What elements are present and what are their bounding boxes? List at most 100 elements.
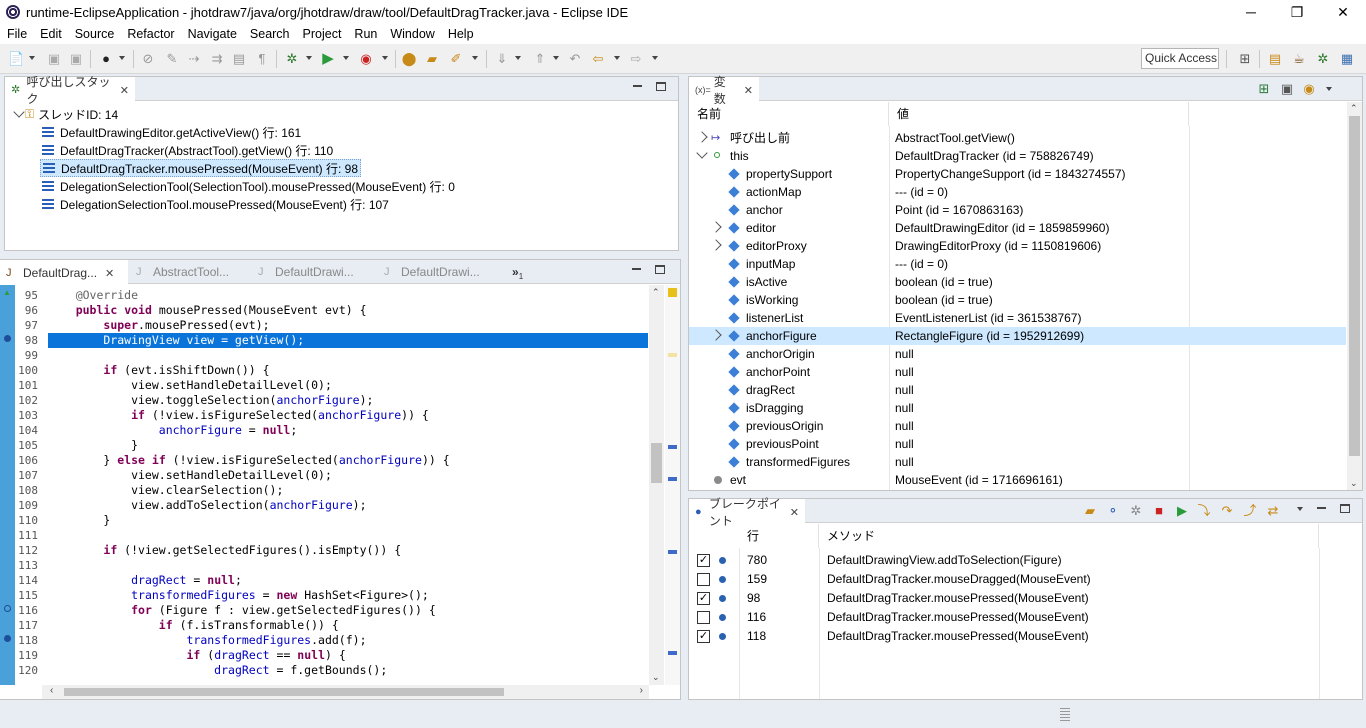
- tab-variables[interactable]: (x)= 変数 ✕: [689, 75, 759, 106]
- breakpoint-enabled-checkbox[interactable]: ✓: [697, 592, 710, 605]
- scrollbar-thumb[interactable]: [1349, 116, 1360, 456]
- scroll-up-icon[interactable]: ⌃: [1350, 103, 1358, 114]
- open-type-icon[interactable]: ⬤: [401, 51, 417, 67]
- debug-perspective-icon[interactable]: ✲: [1315, 51, 1331, 67]
- variable-row[interactable]: inputMap --- (id = 0): [689, 255, 1346, 273]
- search-dropdown-arrow[interactable]: [472, 56, 478, 60]
- save-all-icon[interactable]: ▣: [68, 51, 84, 67]
- variable-row[interactable]: this DefaultDragTracker (id = 758826749): [689, 147, 1346, 165]
- stack-frame[interactable]: DefaultDrawingEditor.getActiveView() 行: …: [42, 123, 301, 141]
- step-return-icon[interactable]: ⤴: [1242, 503, 1258, 519]
- terminate-icon[interactable]: ■: [1151, 503, 1167, 519]
- suspend-icon[interactable]: ⇢: [186, 51, 202, 67]
- team-icon[interactable]: ●: [98, 51, 114, 67]
- variable-row[interactable]: listenerList EventListenerList (id = 361…: [689, 309, 1346, 327]
- team-dropdown-arrow[interactable]: [119, 56, 125, 60]
- close-icon[interactable]: ✕: [744, 84, 753, 97]
- breakpoint-row[interactable]: 159 DefaultDragTracker.mouseDragged(Mous…: [689, 570, 1362, 589]
- tab-editor-defaultdrawingeditor[interactable]: J DefaultDrawi...: [252, 260, 374, 284]
- chevron-down-icon[interactable]: [696, 147, 708, 159]
- paragraph-icon[interactable]: ¶: [254, 51, 270, 67]
- open-folder-icon[interactable]: ▰: [424, 51, 440, 67]
- save-icon[interactable]: ▣: [46, 51, 62, 67]
- breakpoint-row[interactable]: ✓ 118 DefaultDragTracker.mousePressed(Mo…: [689, 627, 1362, 646]
- chevron-down-icon[interactable]: [13, 106, 25, 118]
- back-icon[interactable]: ⇦: [590, 51, 606, 67]
- collapse-all-icon[interactable]: ▣: [1279, 81, 1295, 97]
- menu-source[interactable]: Source: [68, 27, 121, 41]
- overview-marker[interactable]: [668, 353, 677, 357]
- variable-row[interactable]: dragRect null: [689, 381, 1346, 399]
- next-annotation-icon[interactable]: ⇓: [494, 51, 510, 67]
- thread-node[interactable]: ⚿ スレッドID: 14: [5, 105, 118, 123]
- column-header-method[interactable]: メソッド: [819, 524, 1319, 548]
- java-perspective-icon[interactable]: ☕: [1291, 51, 1307, 67]
- breakpoint-enabled-checkbox[interactable]: ✓: [697, 554, 710, 567]
- scroll-down-icon[interactable]: ⌄: [1350, 478, 1358, 489]
- breakpoints-table[interactable]: 行 メソッド ✓ 780 DefaultDrawingView.addToSel…: [689, 524, 1362, 699]
- forward-dropdown-arrow[interactable]: [652, 56, 658, 60]
- menu-help[interactable]: Help: [441, 27, 480, 41]
- java-browsing-perspective-icon[interactable]: ▦: [1339, 51, 1355, 67]
- code-editor[interactable]: ▲ 95 96 97 98 99 100 101 102 103 104 105…: [0, 285, 680, 699]
- menu-edit[interactable]: Edit: [33, 27, 68, 41]
- breakpoint-row[interactable]: 116 DefaultDragTracker.mousePressed(Mous…: [689, 608, 1362, 627]
- quick-access-field[interactable]: Quick Access: [1141, 48, 1219, 69]
- editor-vertical-scrollbar[interactable]: ⌃ ⌄: [649, 285, 664, 685]
- menu-file[interactable]: File: [0, 27, 33, 41]
- editor-horizontal-scrollbar[interactable]: ‹ ›: [42, 685, 649, 699]
- breakpoint-ruler[interactable]: ▲: [0, 285, 15, 685]
- column-header-value[interactable]: 値: [889, 102, 1189, 126]
- variable-row[interactable]: isActive boolean (id = true): [689, 273, 1346, 291]
- chevron-right-icon[interactable]: [710, 329, 722, 341]
- close-button[interactable]: ✕: [1320, 0, 1366, 24]
- forward-icon[interactable]: ⇨: [628, 51, 644, 67]
- overview-marker[interactable]: [668, 550, 677, 554]
- tab-editor-defaultdragtracker[interactable]: J DefaultDrag... ✕: [0, 260, 128, 284]
- breakpoint-row[interactable]: ✓ 98 DefaultDragTracker.mousePressed(Mou…: [689, 589, 1362, 608]
- next-annotation-dropdown-arrow[interactable]: [515, 56, 521, 60]
- scrollbar-thumb[interactable]: [64, 688, 504, 696]
- add-java-exception-icon[interactable]: ⚬: [1105, 503, 1121, 519]
- variable-row[interactable]: evt MouseEvent (id = 1716696161): [689, 471, 1346, 489]
- warning-marker-icon[interactable]: [668, 288, 677, 297]
- debug-dropdown-arrow[interactable]: [306, 56, 312, 60]
- variable-row[interactable]: ↦ 呼び出し前 AbstractTool.getView(): [689, 129, 1346, 147]
- scroll-down-icon[interactable]: ⌄: [652, 672, 660, 683]
- variable-row[interactable]: anchorOrigin null: [689, 345, 1346, 363]
- overview-ruler[interactable]: [665, 285, 680, 685]
- select-all-icon[interactable]: ◉: [1301, 81, 1317, 97]
- tab-editor-defaultdrawingview[interactable]: J DefaultDrawi...: [378, 260, 498, 284]
- column-header-name[interactable]: 名前: [689, 102, 889, 126]
- prev-annotation-dropdown-arrow[interactable]: [553, 56, 559, 60]
- variable-row[interactable]: editor DefaultDrawingEditor (id = 185985…: [689, 219, 1346, 237]
- back-dropdown-arrow[interactable]: [614, 56, 620, 60]
- breakpoint-row[interactable]: ✓ 780 DefaultDrawingView.addToSelection(…: [689, 551, 1362, 570]
- variables-vertical-scrollbar[interactable]: ⌃ ⌄: [1347, 102, 1362, 490]
- variable-row[interactable]: isDragging null: [689, 399, 1346, 417]
- external-tools-dropdown-arrow[interactable]: [382, 56, 388, 60]
- menu-project[interactable]: Project: [296, 27, 348, 41]
- run-dropdown-arrow[interactable]: [343, 56, 349, 60]
- last-edit-icon[interactable]: ↶: [567, 51, 583, 67]
- view-menu-icon[interactable]: [1326, 87, 1332, 91]
- variable-row[interactable]: previousPoint null: [689, 435, 1346, 453]
- overview-marker[interactable]: [668, 477, 677, 481]
- run-icon[interactable]: ▶: [320, 51, 336, 67]
- view-menu-icon[interactable]: [1297, 507, 1303, 511]
- overview-marker[interactable]: [668, 445, 677, 449]
- overview-marker[interactable]: [668, 651, 677, 655]
- debug-icon[interactable]: ✲: [284, 51, 300, 67]
- close-icon[interactable]: ✕: [120, 84, 129, 97]
- open-perspective-icon[interactable]: ⊞: [1237, 51, 1253, 67]
- scroll-left-icon[interactable]: ‹: [50, 685, 53, 696]
- variable-row[interactable]: editorProxy DrawingEditorProxy (id = 115…: [689, 237, 1346, 255]
- scroll-right-icon[interactable]: ›: [640, 685, 643, 696]
- step-over-icon[interactable]: ↷: [1219, 503, 1235, 519]
- menu-run[interactable]: Run: [347, 27, 383, 41]
- open-breakpoint-icon[interactable]: ▰: [1082, 503, 1098, 519]
- variable-row[interactable]: actionMap --- (id = 0): [689, 183, 1346, 201]
- chevron-right-icon[interactable]: [710, 221, 722, 233]
- skip-breakpoints-icon[interactable]: ⊘: [140, 51, 156, 67]
- variable-row[interactable]: anchor Point (id = 1670863163): [689, 201, 1346, 219]
